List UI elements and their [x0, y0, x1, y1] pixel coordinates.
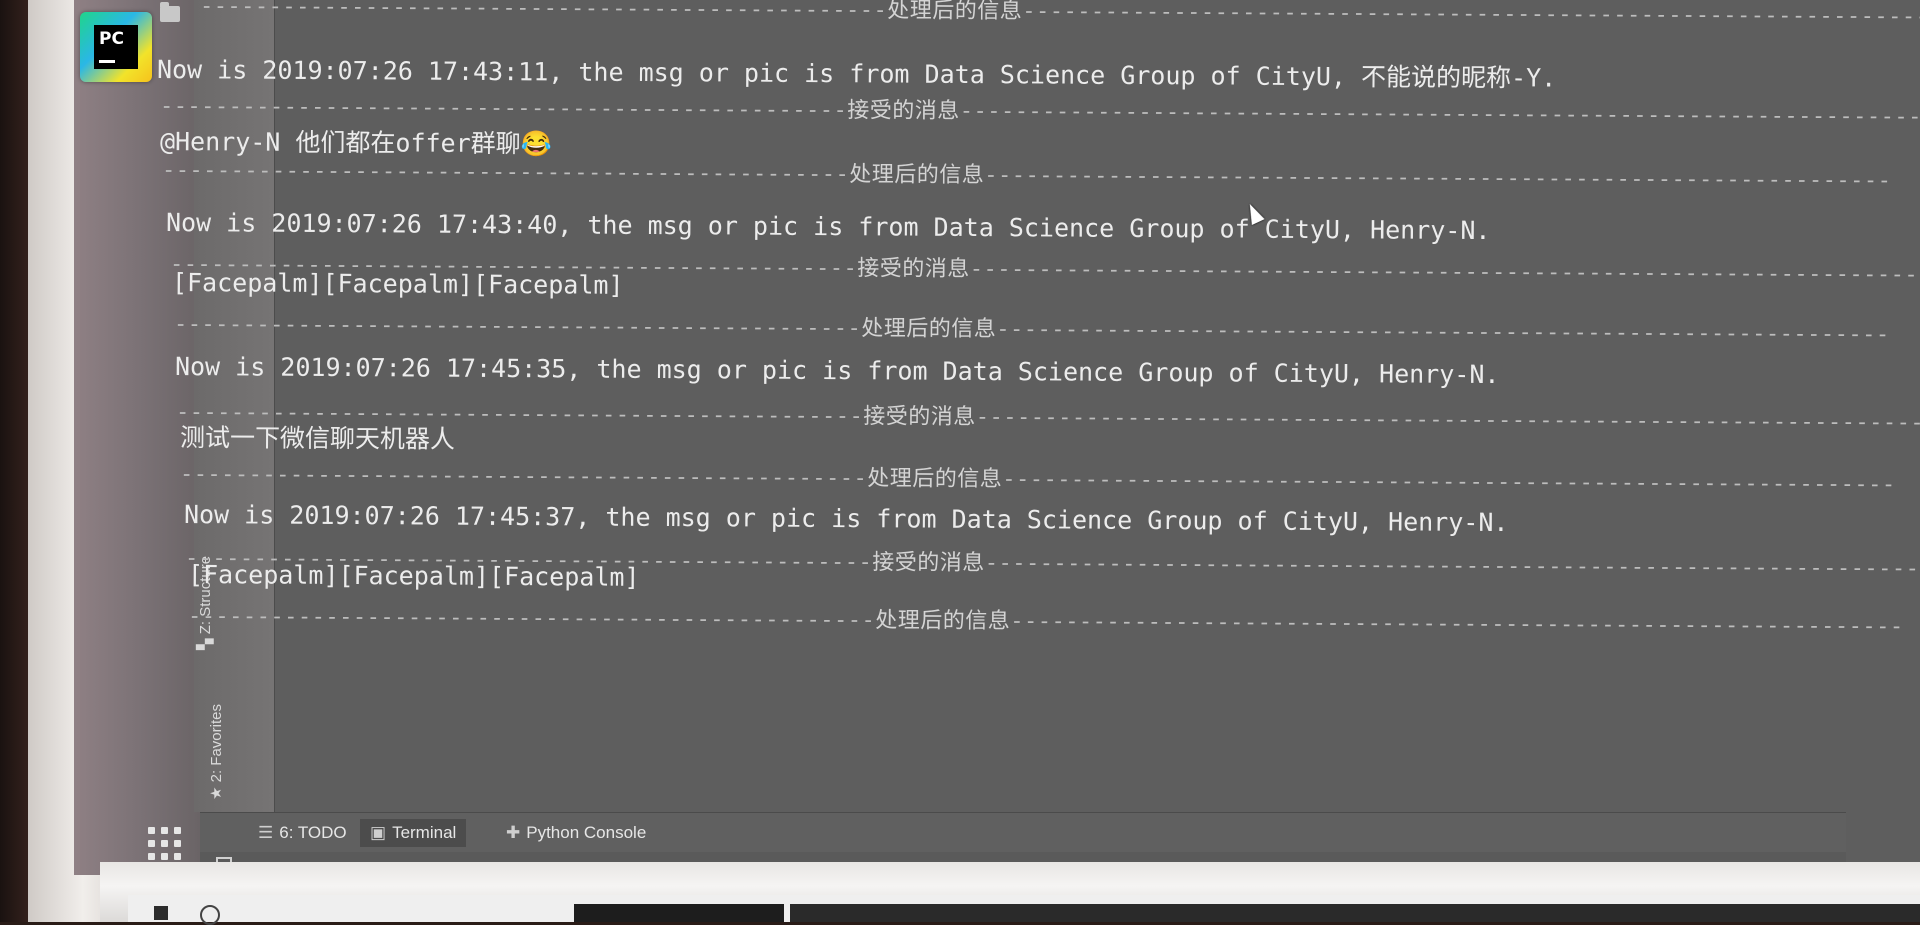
tab-terminal[interactable]: ▣ Terminal	[360, 819, 467, 847]
console-message-line: [Facepalm][Facepalm][Facepalm]	[171, 268, 624, 300]
grid-dot	[148, 853, 155, 860]
separator-label: 处理后的信息	[875, 608, 1011, 635]
separator-dashes: ----------------------------------------…	[1002, 467, 1896, 498]
grid-dot	[174, 853, 181, 860]
search-icon[interactable]	[200, 905, 220, 925]
separator-line: ----------------------------------------…	[174, 306, 1890, 348]
separator-line: ----------------------------------------…	[200, 0, 1920, 31]
grid-dot	[161, 840, 168, 847]
separator-label: 接受的消息	[872, 550, 985, 576]
separator-dashes: ----------------------------------------…	[173, 312, 862, 342]
grid-dot	[148, 827, 155, 834]
separator-label: 处理后的信息	[887, 0, 1023, 25]
separator-label: 接受的消息	[857, 256, 970, 282]
grid-dot	[161, 827, 168, 834]
pycharm-app-icon[interactable]: PC	[80, 12, 152, 82]
console-message-line: Now is 2019:07:26 17:45:35, the msg or p…	[174, 352, 1500, 390]
separator-label: 处理后的信息	[849, 162, 985, 189]
taskbar-app-button[interactable]	[574, 904, 784, 922]
tab-todo[interactable]: ☰ 6: TODO	[248, 819, 357, 847]
separator-dashes: ----------------------------------------…	[1022, 0, 1920, 30]
separator-dashes: ----------------------------------------…	[984, 550, 1920, 582]
grid-dot	[148, 840, 155, 847]
app-grid-icon[interactable]	[148, 827, 186, 865]
separator-label: 处理后的信息	[867, 466, 1003, 493]
grid-dot	[174, 827, 181, 834]
separator-line: ----------------------------------------…	[162, 152, 1892, 195]
terminal-output[interactable]: ----------------------------------------…	[157, 0, 1920, 812]
taskbar-app-button[interactable]	[790, 904, 1920, 922]
separator-line: ----------------------------------------…	[180, 456, 1896, 498]
console-message-line: [Facepalm][Facepalm][Facepalm]	[187, 560, 640, 592]
separator-dashes: ----------------------------------------…	[1010, 609, 1904, 640]
pycharm-logo-text: PC	[94, 25, 138, 69]
python-icon: ✚	[506, 823, 521, 842]
separator-label: 处理后的信息	[861, 316, 997, 343]
separator-label: 接受的消息	[847, 98, 960, 124]
grid-dot	[174, 840, 181, 847]
start-icon[interactable]	[154, 906, 168, 920]
bottom-tool-window-bar: ☰ 6: TODO ▣ Terminal ✚ Python Console	[200, 812, 1846, 853]
list-icon: ☰	[258, 823, 274, 842]
terminal-icon: ▣	[370, 823, 387, 842]
separator-dashes: ----------------------------------------…	[984, 163, 1892, 194]
separator-dashes: ----------------------------------------…	[996, 317, 1890, 348]
separator-dashes: ----------------------------------------…	[187, 604, 876, 634]
project-folder-icon[interactable]	[160, 2, 180, 22]
console-message-line: Now is 2019:07:26 17:43:40, the msg or p…	[165, 208, 1491, 246]
separator-line: ----------------------------------------…	[188, 598, 1904, 640]
console-message-line: Now is 2019:07:26 17:43:11, the msg or p…	[156, 55, 1557, 93]
separator-dashes: ----------------------------------------…	[975, 404, 1920, 436]
tab-python-console[interactable]: ✚ Python Console	[496, 819, 656, 847]
console-message-line: 测试一下微信聊天机器人	[179, 423, 456, 454]
separator-dashes: ----------------------------------------…	[159, 94, 848, 124]
separator-dashes: ----------------------------------------…	[969, 256, 1920, 288]
console-message-line: Now is 2019:07:26 17:45:37, the msg or p…	[183, 500, 1509, 538]
grid-dot	[161, 853, 168, 860]
separator-dashes: ----------------------------------------…	[199, 0, 888, 24]
separator-dashes: ----------------------------------------…	[959, 98, 1920, 130]
separator-label: 接受的消息	[863, 404, 976, 430]
separator-dashes: ----------------------------------------…	[161, 158, 850, 188]
separator-dashes: ----------------------------------------…	[179, 462, 868, 492]
